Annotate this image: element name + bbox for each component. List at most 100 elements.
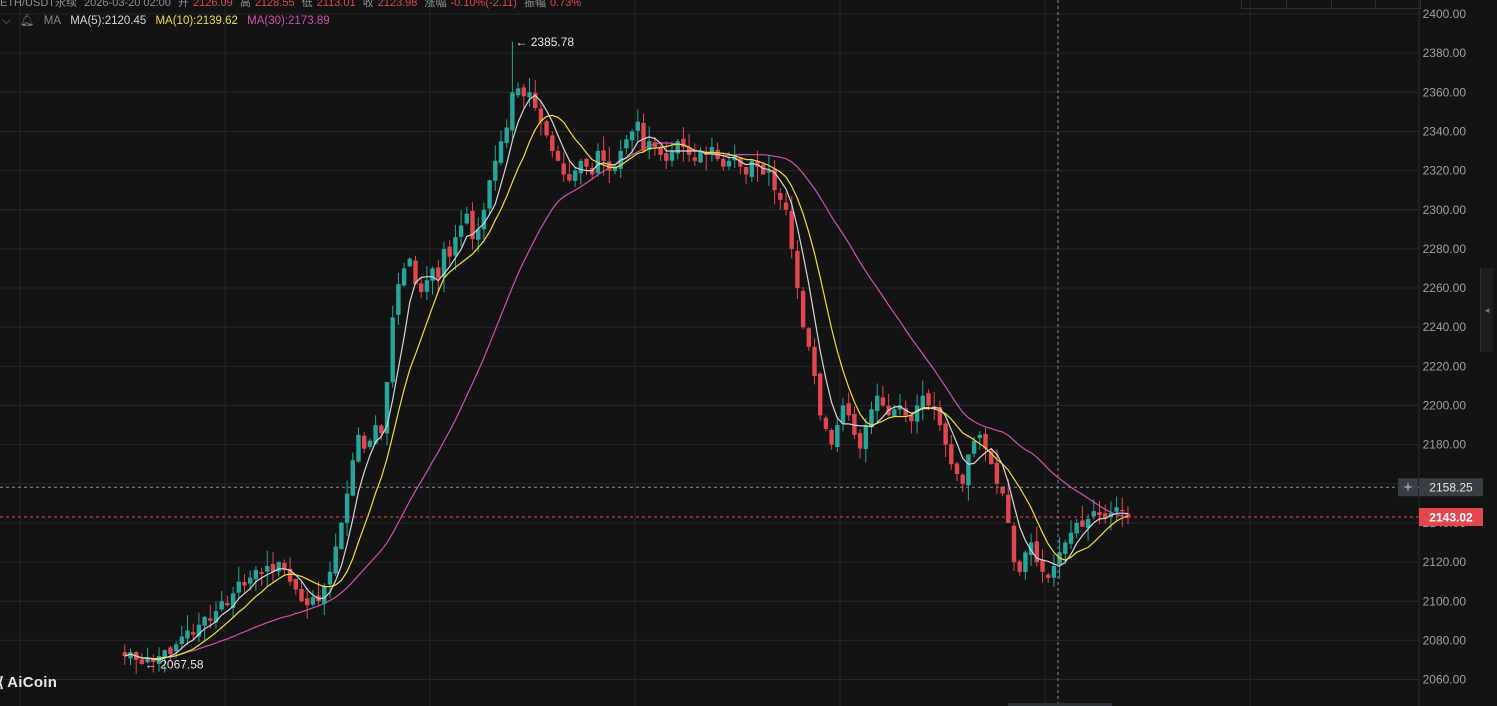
candle-body: [698, 151, 703, 163]
y-tick-label: 2340.00: [1423, 124, 1467, 138]
candle-body: [726, 160, 732, 167]
candle-body: [1011, 525, 1017, 563]
candle-body: [971, 440, 977, 454]
candle-body: [835, 425, 840, 447]
aicoin-logo-icon: ⟪: [0, 674, 4, 690]
y-tick-label: 2300.00: [1423, 203, 1467, 217]
candle-body: [652, 142, 658, 148]
y-tick-label: 2200.00: [1423, 399, 1467, 413]
candle-body: [1120, 509, 1125, 512]
candle-body: [333, 546, 338, 574]
candle-body: [367, 440, 373, 447]
candle-body: [778, 192, 783, 200]
candle-body: [453, 237, 458, 256]
ma30-legend: MA(30):2173.89: [247, 15, 330, 27]
last-price-text: 2143.02: [1429, 511, 1473, 525]
candle-body: [219, 601, 224, 610]
y-tick-label: 2380.00: [1423, 46, 1467, 60]
ma5-legend: MA(5):2120.45: [70, 15, 147, 27]
candle-body: [515, 88, 521, 96]
y-tick-label: 2280.00: [1423, 242, 1467, 256]
candle-body: [721, 158, 726, 167]
candle-body: [344, 493, 350, 523]
candle-body: [185, 630, 190, 639]
high-value: 2128.55: [254, 0, 295, 9]
candle-body: [544, 121, 549, 136]
candle-body: [242, 582, 247, 586]
collapse-icon[interactable]: ⌵: [2, 15, 11, 27]
candle-body: [299, 589, 304, 602]
candle-body: [914, 405, 920, 422]
toolbar-slot[interactable]: [1376, 0, 1420, 8]
y-tick-label: 2360.00: [1423, 85, 1467, 99]
candle-body: [327, 571, 333, 585]
candle-body: [846, 403, 851, 416]
candle-body: [379, 425, 384, 433]
candle-body: [293, 578, 298, 590]
amp-value: 0.73%: [549, 0, 582, 9]
candle-body: [943, 423, 948, 445]
plus-icon: +: [1404, 479, 1413, 496]
candle-body: [1068, 532, 1074, 544]
panel-collapse-handle[interactable]: ◂: [1480, 268, 1493, 352]
candle-body: [447, 246, 452, 257]
candle-body: [624, 139, 629, 149]
candle-body: [362, 435, 367, 449]
y-tick-label: 2260.00: [1423, 281, 1467, 295]
candle-body: [521, 87, 526, 97]
candle-body: [601, 150, 606, 161]
candle-body: [880, 397, 886, 406]
candle-body: [419, 283, 424, 292]
open-value: 2126.09: [192, 0, 233, 9]
chevron-left-icon: ◂: [1484, 304, 1490, 315]
candle-body: [949, 444, 954, 465]
candle-body: [561, 163, 566, 175]
candle-body: [464, 213, 469, 224]
ohlc-header: ETH/USDT永续 2026-03-20 02:00 开 2126.09 高 21…: [0, 0, 585, 10]
candle-body: [202, 616, 207, 626]
change-label: 涨幅: [424, 0, 447, 9]
candle-body: [173, 644, 179, 652]
candle-body: [818, 373, 823, 416]
candle-body: [430, 268, 435, 281]
candle-body: [840, 405, 846, 424]
toolbar-slot[interactable]: [1287, 0, 1332, 8]
toolbar-slot[interactable]: [1242, 0, 1287, 8]
candle-body: [857, 433, 863, 449]
candle-body: [863, 425, 868, 449]
candle-body: [498, 141, 504, 163]
candle-body: [356, 434, 361, 462]
candle-body: [977, 434, 982, 439]
candle-body: [179, 636, 184, 645]
candle-body: [578, 160, 583, 174]
candle-body: [1023, 552, 1028, 573]
candle-body: [339, 522, 344, 550]
candle-body: [966, 454, 971, 486]
candle-body: [424, 280, 430, 292]
candle-body: [555, 150, 561, 161]
candle-body: [823, 417, 829, 429]
candle-body: [584, 158, 589, 167]
candle-body: [1091, 511, 1096, 517]
candle-body: [1097, 512, 1102, 516]
amp-label: 振幅: [523, 0, 546, 9]
y-tick-label: 2240.00: [1423, 320, 1467, 334]
close-label: 收: [362, 0, 374, 9]
top-toolbar[interactable]: [1241, 0, 1421, 9]
candle-body: [1006, 494, 1011, 523]
low-marker: ← 2067.58: [145, 658, 204, 672]
candle-body: [669, 151, 675, 161]
candle-body: [225, 602, 230, 606]
crosshair-price-text: 2158.25: [1429, 481, 1473, 495]
toolbar-slot[interactable]: [1332, 0, 1377, 8]
candle-body: [191, 632, 196, 635]
candle-body: [481, 209, 487, 230]
candlestick-chart[interactable]: 2400.00 2380.00 2360.00 2340.00 2320.00 2300.…: [0, 0, 1497, 706]
logo-text: AiCoin: [7, 674, 58, 691]
indicator-name[interactable]: MA: [44, 15, 61, 27]
candle-body: [436, 267, 441, 279]
candle-body: [795, 250, 800, 289]
candle-body: [994, 462, 1000, 484]
alert-bell-icon[interactable]: 🔔︎: [20, 15, 35, 27]
symbol-label: ETH/USDT永续: [0, 0, 77, 9]
